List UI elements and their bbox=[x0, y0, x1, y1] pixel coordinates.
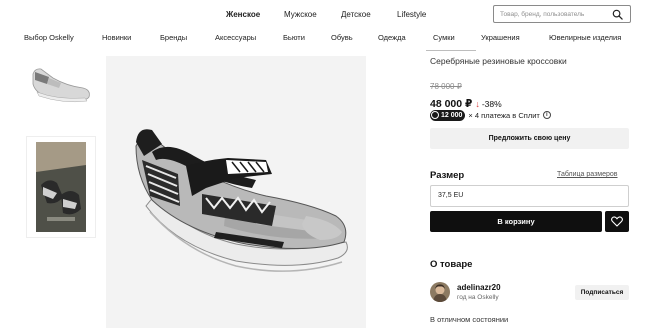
category-bags[interactable]: Сумки bbox=[433, 33, 455, 42]
tab-lifestyle[interactable]: Lifestyle bbox=[397, 10, 426, 19]
subscribe-button[interactable]: Подписаться bbox=[575, 285, 629, 300]
favorite-button[interactable] bbox=[605, 211, 629, 232]
split-logo-icon bbox=[431, 111, 439, 119]
price-row: 48 000 ₽ ↓ -38% bbox=[430, 94, 502, 110]
size-label: Размер bbox=[430, 170, 465, 181]
category-new[interactable]: Новинки bbox=[102, 33, 131, 42]
heart-icon bbox=[611, 216, 623, 227]
search-box bbox=[493, 5, 631, 23]
category-clothing[interactable]: Одежда bbox=[378, 33, 406, 42]
split-payment-row[interactable]: 12 000 × 4 платежа в Сплит i bbox=[430, 109, 551, 121]
discount-arrow-icon: ↓ bbox=[475, 99, 480, 109]
category-navigation: Выбор Oskelly Новинки Бренды Аксессуары … bbox=[0, 33, 656, 45]
category-shoes[interactable]: Обувь bbox=[331, 33, 353, 42]
seller-name[interactable]: adelinazr20 bbox=[457, 283, 501, 292]
size-table-link[interactable]: Таблица размеров bbox=[557, 171, 618, 178]
split-badge: 12 000 bbox=[430, 109, 466, 121]
tab-women[interactable]: Женское bbox=[226, 10, 260, 19]
category-active-underline bbox=[426, 50, 476, 51]
category-fine-jewelry[interactable]: Ювелирные изделия bbox=[549, 33, 621, 42]
search-input[interactable] bbox=[500, 9, 610, 20]
size-selected-value: 37,5 EU bbox=[438, 192, 464, 199]
category-accessories[interactable]: Аксессуары bbox=[215, 33, 256, 42]
info-icon[interactable]: i bbox=[542, 111, 551, 119]
split-amount: 12 000 bbox=[441, 111, 463, 119]
main-product-image[interactable] bbox=[106, 56, 366, 328]
category-oskelly-choice[interactable]: Выбор Oskelly bbox=[24, 33, 74, 42]
size-select[interactable]: 37,5 EU bbox=[430, 185, 629, 207]
thumbnail-1[interactable] bbox=[27, 56, 95, 111]
split-text: × 4 платежа в Сплит bbox=[468, 110, 540, 120]
tab-kids[interactable]: Детское bbox=[341, 10, 371, 19]
discount-percent: -38% bbox=[481, 99, 502, 109]
category-jewelry[interactable]: Украшения bbox=[481, 33, 520, 42]
old-price: 78 000 ₽ bbox=[430, 82, 462, 91]
category-brands[interactable]: Бренды bbox=[160, 33, 187, 42]
thumbnail-2[interactable] bbox=[27, 137, 95, 237]
search-icon[interactable] bbox=[612, 9, 623, 20]
add-to-cart-button[interactable]: В корзину bbox=[430, 211, 602, 232]
category-beauty[interactable]: Бьюти bbox=[283, 33, 305, 42]
product-title: Серебряные резиновые кроссовки bbox=[430, 56, 567, 66]
seller-meta: год на Oskelly bbox=[457, 294, 499, 301]
tab-men[interactable]: Мужское bbox=[284, 10, 317, 19]
seller-avatar[interactable] bbox=[430, 282, 450, 302]
offer-price-button[interactable]: Предложить свою цену bbox=[430, 128, 629, 149]
product-condition: В отличном состоянии bbox=[430, 315, 509, 324]
about-product-title: О товаре bbox=[430, 259, 473, 270]
